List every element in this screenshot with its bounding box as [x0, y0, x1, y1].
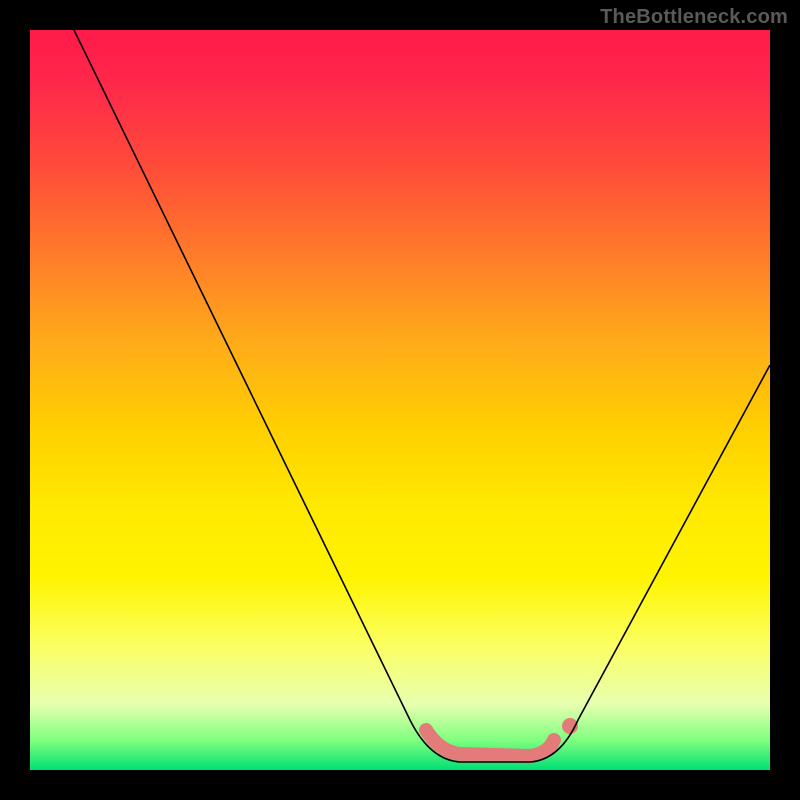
watermark-text: TheBottleneck.com [600, 6, 788, 29]
plot-area [30, 30, 770, 770]
bottleneck-curve [74, 30, 770, 762]
bottom-accent [426, 718, 578, 756]
chart-frame: TheBottleneck.com [0, 0, 800, 800]
chart-svg [30, 30, 770, 770]
